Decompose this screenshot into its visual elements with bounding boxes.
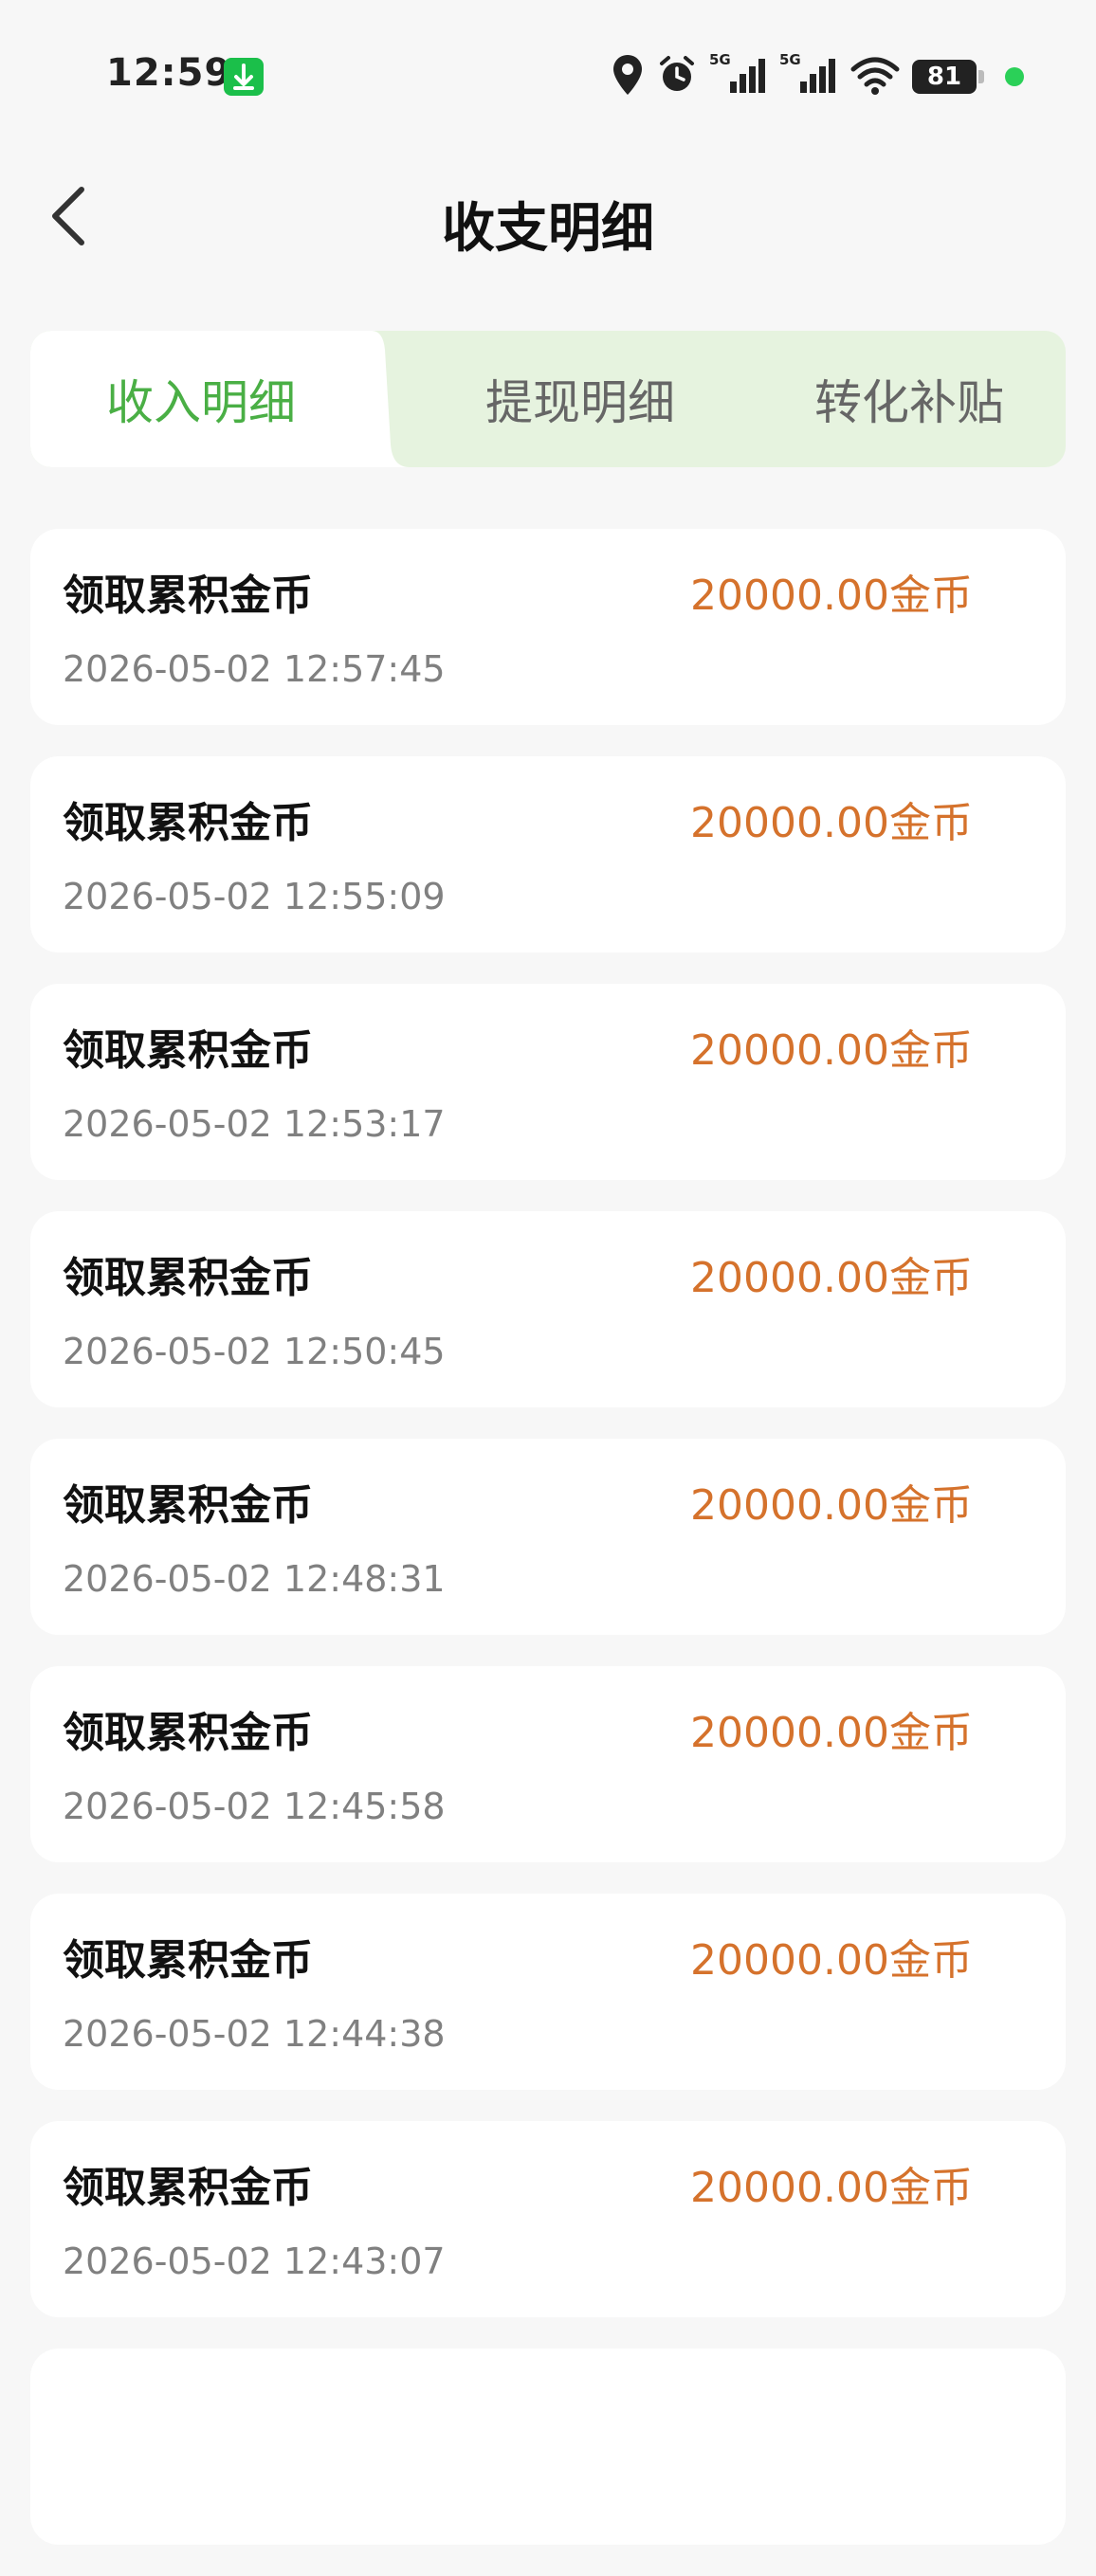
record-item: 领取累积金币 20000.00金币 2026-05-02 12:50:45	[30, 1211, 1066, 1407]
tab-bar: 收入明细 提现明细 转化补贴	[30, 331, 1066, 467]
record-time: 2026-05-02 12:55:09	[63, 876, 446, 917]
record-item: 领取累积金币 20000.00金币 2026-05-02 12:45:58	[30, 1666, 1066, 1862]
record-amount: 20000.00金币	[690, 1936, 973, 1985]
alarm-icon	[656, 54, 698, 100]
record-title: 领取累积金币	[63, 2164, 313, 2212]
record-title: 领取累积金币	[63, 1936, 313, 1985]
record-time: 2026-05-02 12:50:45	[63, 1331, 446, 1372]
record-time: 2026-05-02 12:44:38	[63, 2013, 446, 2055]
record-item: 领取累积金币 20000.00金币 2026-05-02 12:57:45	[30, 529, 1066, 725]
record-amount: 20000.00金币	[690, 2164, 973, 2212]
page-title: 收支明细	[442, 198, 654, 260]
record-title: 领取累积金币	[63, 1709, 313, 1757]
record-item: 领取累积金币 20000.00金币 2026-05-02 12:44:38	[30, 1894, 1066, 2090]
tab-label: 提现明细	[485, 375, 675, 430]
record-time: 2026-05-02 12:53:17	[63, 1103, 446, 1145]
record-item: 领取累积金币 20000.00金币 2026-05-02 12:43:07	[30, 2121, 1066, 2317]
record-amount: 20000.00金币	[690, 1254, 973, 1302]
download-icon	[224, 58, 264, 96]
status-icons: 5G 5G 81	[611, 51, 1024, 102]
record-amount: 20000.00金币	[690, 1709, 973, 1757]
network-type-label: 5G	[709, 51, 731, 68]
wifi-icon	[849, 54, 901, 100]
header: 收支明细	[0, 152, 1096, 284]
battery-cap	[978, 70, 984, 83]
record-amount: 20000.00金币	[690, 571, 973, 620]
record-time: 2026-05-02 12:43:07	[63, 2240, 446, 2282]
record-title: 领取累积金币	[63, 1254, 313, 1302]
record-amount: 20000.00金币	[690, 799, 973, 847]
tab-label: 收入明细	[106, 375, 296, 430]
record-time: 2026-05-02 12:48:31	[63, 1558, 446, 1600]
record-title: 领取累积金币	[63, 1481, 313, 1530]
privacy-indicator-dot	[1005, 67, 1024, 86]
record-item: 领取累积金币 20000.00金币 2026-05-02 12:48:31	[30, 1439, 1066, 1635]
battery-level: 81	[926, 63, 962, 91]
status-bar: 12:59 5G 5G 81	[0, 0, 1096, 152]
status-time: 12:59	[106, 51, 232, 95]
battery-indicator: 81	[912, 60, 984, 94]
record-item: 领取累积金币 20000.00金币 2026-05-02 12:55:09	[30, 756, 1066, 952]
record-title: 领取累积金币	[63, 1026, 313, 1075]
tab-withdraw-details[interactable]: 提现明细	[410, 331, 751, 467]
signal-icon: 5G	[709, 51, 768, 102]
location-icon	[611, 53, 645, 100]
tab-label: 转化补贴	[814, 375, 1004, 430]
tab-income-details[interactable]: 收入明细	[30, 331, 372, 467]
tab-conversion-subsidy[interactable]: 转化补贴	[753, 331, 1066, 467]
network-type-label-2: 5G	[779, 51, 801, 68]
record-item: 领取累积金币 20000.00金币 2026-05-02 12:53:17	[30, 984, 1066, 1180]
signal-icon-2: 5G	[779, 51, 838, 102]
record-time: 2026-05-02 12:45:58	[63, 1786, 446, 1827]
record-title: 领取累积金币	[63, 571, 313, 620]
record-amount: 20000.00金币	[690, 1026, 973, 1075]
record-title: 领取累积金币	[63, 799, 313, 847]
records-list: 领取累积金币 20000.00金币 2026-05-02 12:57:45 领取…	[30, 529, 1066, 2576]
record-amount: 20000.00金币	[690, 1481, 973, 1530]
record-item-partial	[30, 2349, 1066, 2545]
record-time: 2026-05-02 12:57:45	[63, 648, 446, 690]
